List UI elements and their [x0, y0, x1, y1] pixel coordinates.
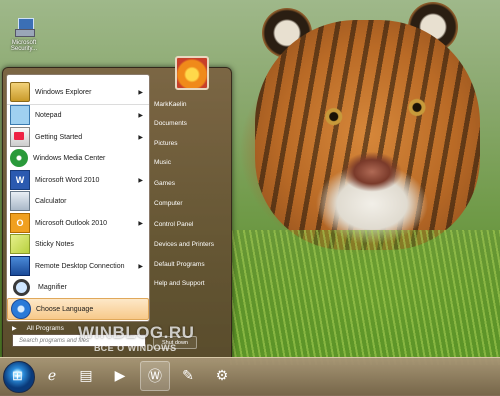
warcraft-icon[interactable]: Ⓦ: [140, 361, 170, 391]
word-icon: W: [10, 170, 30, 190]
right-item-label: Computer: [154, 199, 183, 207]
menu-item-label: Choose Language: [36, 305, 94, 313]
watermark: WINBLOG.RU ВСЁ О WINDOWS: [78, 323, 228, 353]
menu-item-label: Microsoft Outlook 2010: [35, 219, 107, 227]
menu-item-label: Remote Desktop Connection: [35, 262, 125, 270]
right-item-label: Pictures: [154, 139, 178, 147]
submenu-arrow-icon[interactable]: ▶: [138, 89, 143, 96]
all-programs-label: All Programs: [26, 324, 64, 332]
tiger-image: [255, 20, 480, 250]
ie-icon[interactable]: ℯ: [38, 361, 66, 389]
menu-item-label: Getting Started: [35, 133, 83, 141]
explorer-icon[interactable]: ▤: [72, 361, 100, 389]
menu-item-label: Calculator: [35, 197, 67, 205]
calculator-icon: [10, 191, 30, 211]
right-item-label: Devices and Printers: [154, 240, 214, 248]
menu-item-microsoft-outlook[interactable]: O Microsoft Outlook 2010 ▶: [7, 213, 149, 233]
menu-item-magnifier[interactable]: Magnifier: [7, 277, 149, 297]
menu-item-notepad[interactable]: Notepad ▶: [7, 104, 149, 125]
remote-desktop-icon: [10, 256, 30, 276]
submenu-arrow-icon[interactable]: ▶: [138, 263, 143, 270]
watermark-line1: WINBLOG.RU: [78, 323, 195, 342]
menu-item-label: Sticky Notes: [35, 240, 74, 248]
arrow-right-icon: ▶: [12, 325, 17, 332]
right-item-control-panel[interactable]: Control Panel: [151, 215, 231, 233]
start-menu: Windows Explorer ▶ Notepad ▶ Getting Sta…: [2, 56, 232, 359]
taskbar: ℯ ▤ ▶ Ⓦ ✎ ⚙: [0, 357, 500, 396]
menu-item-choose-language[interactable]: Choose Language: [7, 298, 149, 320]
right-item-default-programs[interactable]: Default Programs: [151, 255, 231, 273]
magnifier-icon: [13, 278, 30, 296]
desktop-icon-security[interactable]: Microsoft Security...: [4, 16, 44, 52]
right-item-label: Documents: [154, 119, 187, 127]
right-item-label: Help and Support: [154, 279, 205, 287]
user-picture[interactable]: [175, 56, 209, 90]
menu-item-getting-started[interactable]: Getting Started ▶: [7, 127, 149, 147]
computer-icon: [13, 16, 35, 38]
right-item-label: Control Panel: [154, 220, 194, 228]
right-item-user[interactable]: MarkKaelin: [151, 95, 231, 113]
right-item-computer[interactable]: Computer: [151, 194, 231, 212]
right-item-label: Music: [154, 158, 171, 166]
sticky-notes-icon: [10, 234, 30, 254]
getting-started-icon: [10, 127, 30, 147]
media-player-icon[interactable]: ▶: [106, 361, 134, 389]
folder-icon: [10, 82, 30, 102]
submenu-arrow-icon[interactable]: ▶: [138, 112, 143, 119]
menu-item-label: Magnifier: [38, 283, 67, 291]
desktop-icon-label: Microsoft Security...: [10, 40, 38, 52]
menu-item-label: Microsoft Word 2010: [35, 176, 100, 184]
menu-item-label: Windows Media Center: [33, 154, 106, 162]
menu-item-windows-media-center[interactable]: Windows Media Center: [7, 148, 149, 168]
menu-item-label: Windows Explorer: [35, 88, 92, 96]
notepad-icon: [10, 105, 30, 125]
right-item-documents[interactable]: Documents: [151, 114, 231, 132]
watermark-line2: ВСЁ О WINDOWS: [94, 343, 177, 353]
media-center-icon: [10, 149, 28, 167]
submenu-arrow-icon[interactable]: ▶: [138, 220, 143, 227]
right-item-devices-printers[interactable]: Devices and Printers: [151, 235, 231, 253]
menu-item-calculator[interactable]: Calculator: [7, 191, 149, 211]
right-item-help-support[interactable]: Help and Support: [151, 274, 231, 292]
menu-item-windows-explorer[interactable]: Windows Explorer ▶: [7, 82, 149, 102]
outlook-icon: O: [10, 213, 30, 233]
grass-image: [230, 230, 500, 365]
right-item-games[interactable]: Games: [151, 174, 231, 192]
start-button[interactable]: [3, 361, 35, 393]
right-item-pictures[interactable]: Pictures: [151, 134, 231, 152]
right-item-label: Games: [154, 179, 175, 187]
menu-item-sticky-notes[interactable]: Sticky Notes: [7, 234, 149, 254]
network-icon[interactable]: ⚙: [208, 361, 236, 389]
paint-icon[interactable]: ✎: [174, 361, 202, 389]
right-item-music[interactable]: Music: [151, 153, 231, 171]
right-item-label: Default Programs: [154, 260, 205, 268]
submenu-arrow-icon[interactable]: ▶: [138, 134, 143, 141]
submenu-arrow-icon[interactable]: ▶: [138, 177, 143, 184]
menu-item-label: Notepad: [35, 111, 62, 119]
menu-item-microsoft-word[interactable]: W Microsoft Word 2010 ▶: [7, 170, 149, 190]
language-icon: [11, 299, 31, 319]
start-menu-programs-pane: Windows Explorer ▶ Notepad ▶ Getting Sta…: [6, 74, 150, 322]
menu-item-remote-desktop[interactable]: Remote Desktop Connection ▶: [7, 256, 149, 276]
right-item-label: MarkKaelin: [154, 100, 187, 108]
